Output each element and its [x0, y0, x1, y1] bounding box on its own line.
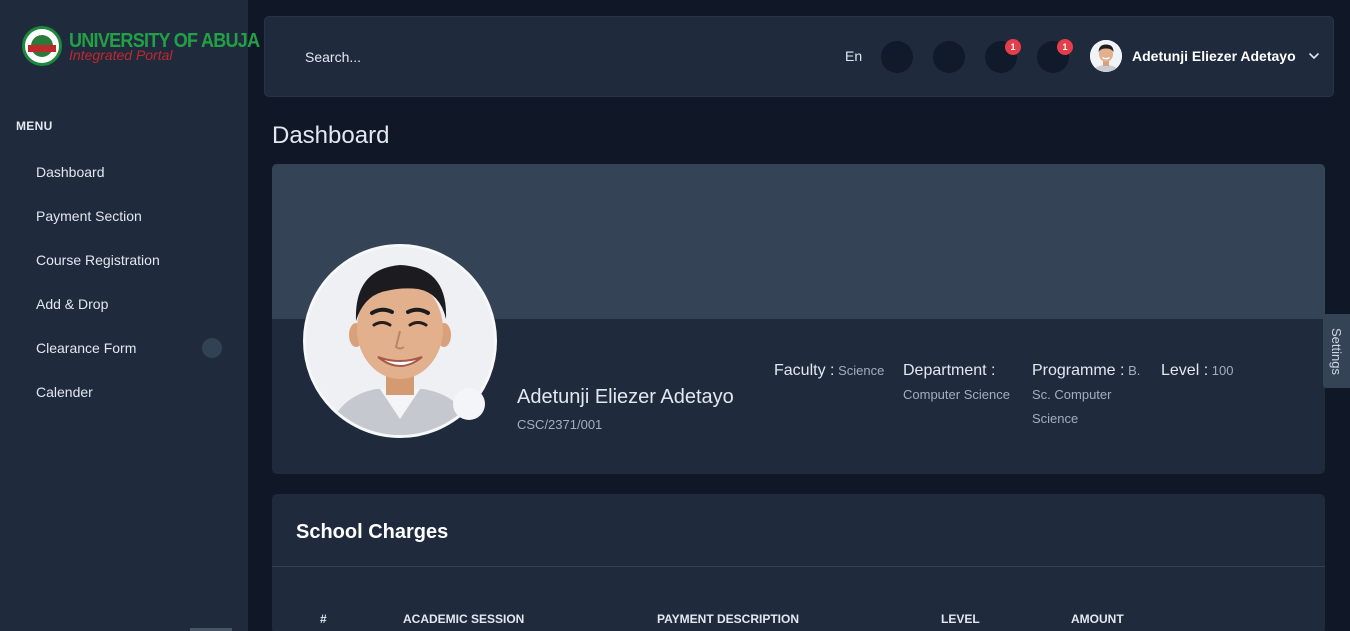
sidebar-item-label: Calender — [36, 384, 93, 400]
menu-heading: MENU — [16, 119, 53, 133]
student-matric-number: CSC/2371/001 — [517, 417, 603, 432]
column-header-amount: AMOUNT — [1071, 612, 1124, 626]
settings-tab[interactable]: Settings — [1323, 314, 1350, 388]
chevron-down-icon — [1308, 53, 1319, 59]
charges-title: School Charges — [296, 521, 449, 543]
sidebar-item-label: Add & Drop — [36, 296, 109, 312]
search-input[interactable] — [305, 43, 605, 71]
faculty-info: Faculty : Science — [774, 359, 900, 383]
school-charges-card: School Charges # ACADEMIC SESSION PAYMEN… — [272, 494, 1325, 631]
student-name: Adetunji Eliezer Adetayo — [517, 386, 734, 408]
status-indicator-icon — [453, 388, 485, 420]
sidebar-item-course-registration[interactable]: Course Registration — [0, 238, 248, 282]
settings-tab-label: Settings — [1329, 327, 1345, 375]
column-header-number: # — [320, 612, 327, 626]
page-title: Dashboard — [272, 122, 390, 149]
sidebar: UNIVERSITY OF ABUJA Integrated Portal ME… — [0, 0, 260, 631]
sidebar-item-clearance-form[interactable]: Clearance Form — [0, 326, 248, 370]
sidebar-menu: Dashboard Payment Section Course Registr… — [0, 150, 248, 414]
level-info: Level : 100 — [1161, 359, 1287, 383]
submenu-indicator-icon — [202, 338, 222, 358]
department-value: Computer Science — [903, 387, 1010, 402]
sidebar-item-label: Clearance Form — [36, 340, 137, 356]
faculty-label: Faculty : — [774, 362, 835, 379]
programme-label: Programme : — [1032, 362, 1125, 379]
sidebar-item-label: Dashboard — [36, 164, 105, 180]
faculty-value: Science — [838, 363, 885, 378]
brand-logo[interactable]: UNIVERSITY OF ABUJA Integrated Portal — [22, 26, 281, 66]
department-label: Department : — [903, 362, 996, 379]
notification-icon[interactable]: 1 — [985, 39, 1021, 73]
user-menu[interactable]: Adetunji Eliezer Adetayo — [1090, 40, 1320, 72]
column-header-payment-description: PAYMENT DESCRIPTION — [657, 612, 800, 626]
sidebar-item-payment-section[interactable]: Payment Section — [0, 194, 248, 238]
sidebar-item-dashboard[interactable]: Dashboard — [0, 150, 248, 194]
message-badge: 1 — [1057, 39, 1073, 55]
brand-title: UNIVERSITY OF ABUJA — [69, 29, 260, 52]
sidebar-item-add-drop[interactable]: Add & Drop — [0, 282, 248, 326]
avatar — [1090, 40, 1122, 72]
university-seal-icon — [22, 26, 62, 66]
notification-badge: 1 — [1005, 39, 1021, 55]
department-info: Department : Computer Science — [903, 359, 1029, 407]
sidebar-item-label: Payment Section — [36, 208, 142, 224]
column-header-level: LEVEL — [941, 612, 980, 626]
divider — [272, 566, 1325, 567]
profile-card: Adetunji Eliezer Adetayo CSC/2371/001 Fa… — [272, 164, 1325, 474]
sidebar-item-calender[interactable]: Calender — [0, 370, 248, 414]
language-selector[interactable]: En — [845, 48, 862, 64]
apps-icon[interactable] — [881, 41, 913, 73]
column-header-academic-session: ACADEMIC SESSION — [403, 612, 525, 626]
sidebar-item-label: Course Registration — [36, 252, 160, 268]
topbar: En 1 1 Adetunji Eliezer Adetayo — [264, 16, 1334, 97]
programme-info: Programme : B. Sc. Computer Science — [1032, 359, 1154, 431]
message-icon[interactable]: 1 — [1037, 39, 1073, 73]
level-label: Level : — [1161, 362, 1209, 379]
user-name: Adetunji Eliezer Adetayo — [1132, 48, 1296, 64]
level-value: 100 — [1211, 363, 1234, 378]
fullscreen-icon[interactable] — [933, 41, 965, 73]
